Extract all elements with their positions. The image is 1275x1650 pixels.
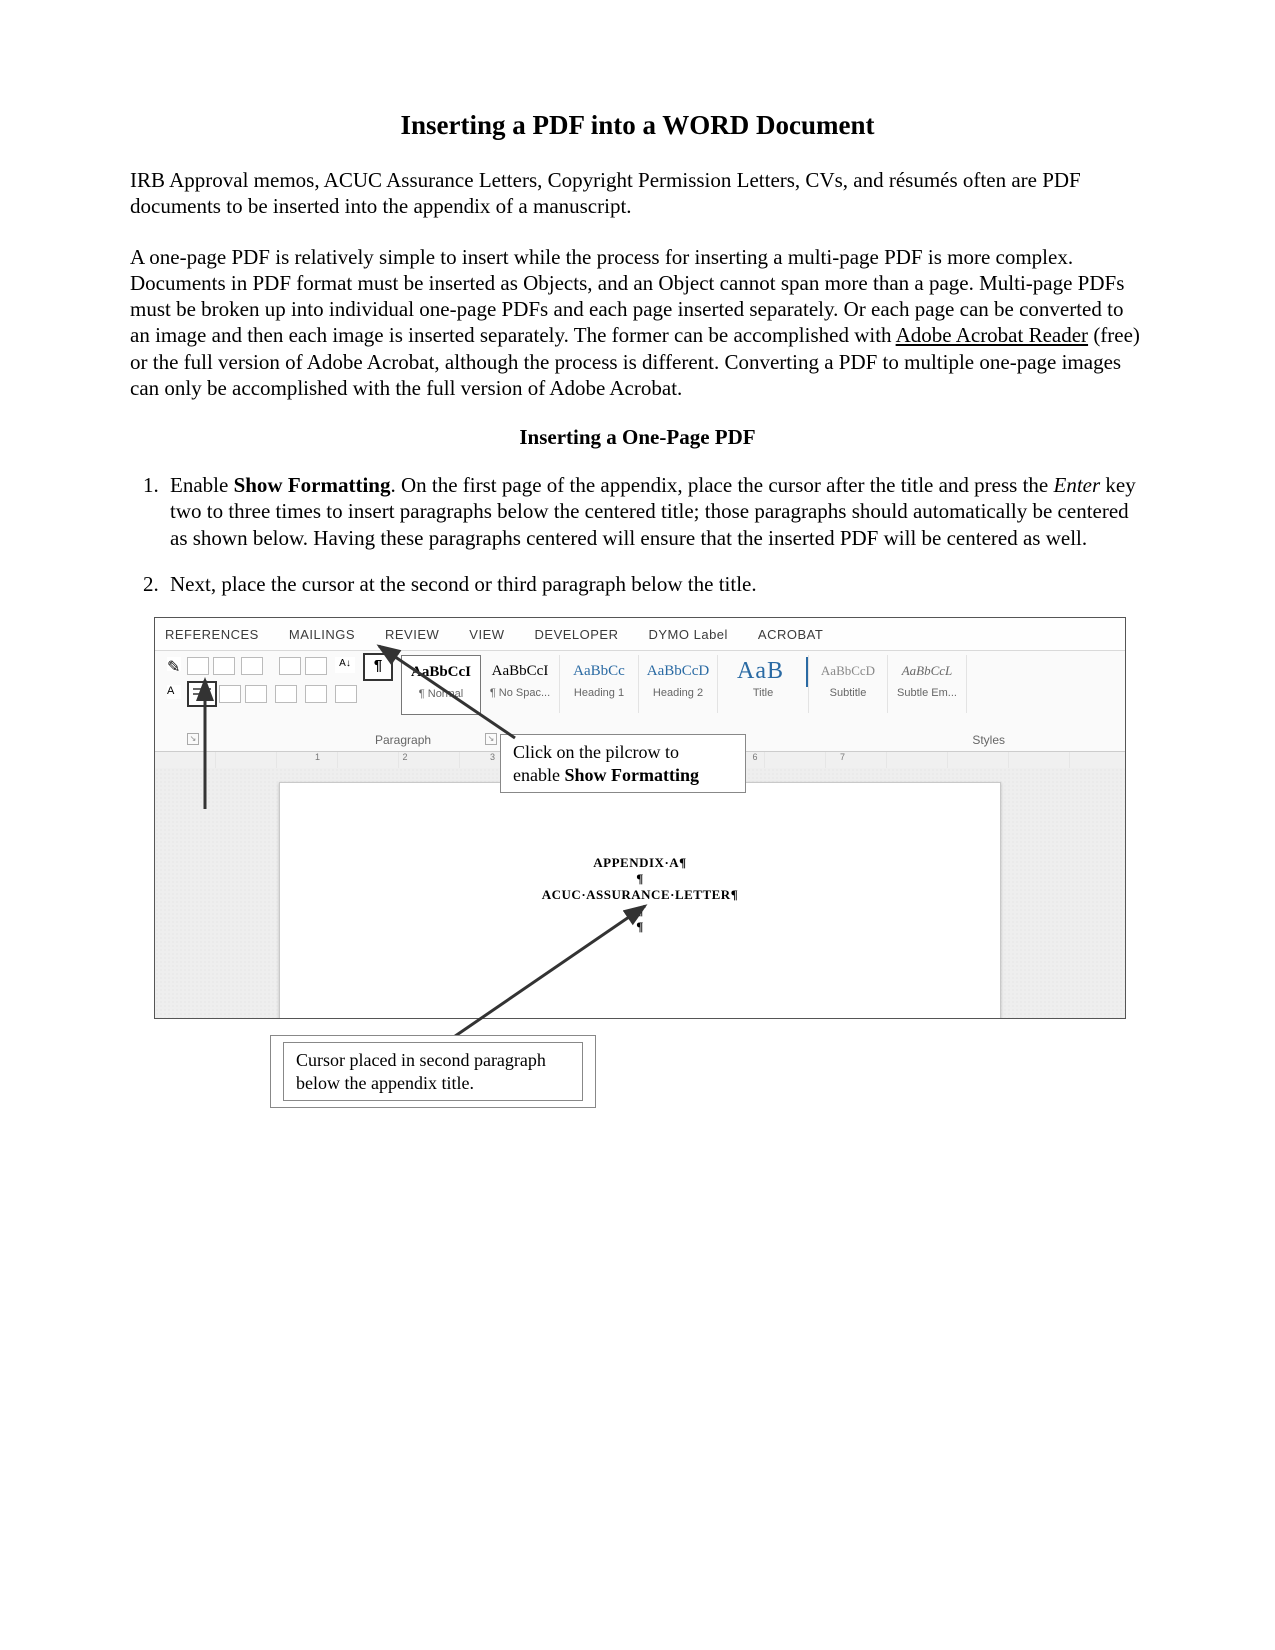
multilevel-list-icon[interactable] <box>241 657 263 675</box>
section-title-onepage: Inserting a One-Page PDF <box>130 425 1145 450</box>
style-nosp-preview: AaBbCcI <box>481 657 559 687</box>
styles-gallery: AaBbCcI ¶ Normal AaBbCcI ¶ No Spac... Aa… <box>401 655 1121 719</box>
step-1: Enable Show Formatting. On the first pag… <box>164 472 1145 551</box>
numbering-icon[interactable] <box>213 657 235 675</box>
align-center-icon[interactable] <box>219 685 241 703</box>
intro-paragraph-2: A one-page PDF is relatively simple to i… <box>130 244 1145 402</box>
step1-text-a: Enable <box>170 473 234 497</box>
shading-icon[interactable] <box>305 685 327 703</box>
intro-paragraph-1: IRB Approval memos, ACUC Assurance Lette… <box>130 167 1145 220</box>
tab-review[interactable]: REVIEW <box>385 627 439 642</box>
paragraph-dialog-launcher[interactable]: ↘ <box>485 733 497 745</box>
tab-dymo[interactable]: DYMO Label <box>649 627 728 642</box>
document-scroll-area: APPENDIX·A¶ ¶ ACUC·ASSURANCE·LETTER¶ ¶ ¶ <box>155 768 1125 1018</box>
style-nospacing[interactable]: AaBbCcI ¶ No Spac... <box>481 655 560 713</box>
group-label-paragraph: Paragraph <box>375 733 431 747</box>
paragraph-group: ✎ A↓ ¶ A <box>159 655 399 725</box>
callout-pilcrow-line2a: enable <box>513 765 564 785</box>
style-title-preview: AaB <box>718 657 808 687</box>
callout-cursor-wrap: Cursor placed in second paragraph below … <box>270 1035 596 1108</box>
step-2: Next, place the cursor at the second or … <box>164 571 1145 597</box>
style-subtitle[interactable]: AaBbCcD Subtitle <box>809 655 888 713</box>
doc-line-5: ¶ <box>280 919 1000 935</box>
doc-line-1: APPENDIX·A¶ <box>280 855 1000 871</box>
tab-developer[interactable]: DEVELOPER <box>535 627 619 642</box>
style-title-label: Title <box>718 687 808 699</box>
callout-pilcrow-line2b: Show Formatting <box>564 765 699 785</box>
line-spacing-icon[interactable] <box>275 685 297 703</box>
clipboard-dialog-launcher[interactable]: ↘ <box>187 733 199 745</box>
style-sub-preview: AaBbCcD <box>809 657 887 687</box>
style-h2-preview: AaBbCcD <box>639 657 717 687</box>
style-subtleem[interactable]: AaBbCcL Subtle Em... <box>888 655 967 713</box>
step1-italic: Enter <box>1054 473 1101 497</box>
doc-line-2: ¶ <box>280 871 1000 887</box>
doc-line-4: ¶ <box>280 903 1000 919</box>
format-painter-icon[interactable]: ✎ <box>167 657 181 671</box>
style-h1-preview: AaBbCc <box>560 657 638 687</box>
style-title[interactable]: AaB Title <box>718 655 809 713</box>
style-heading2[interactable]: AaBbCcD Heading 2 <box>639 655 718 713</box>
tab-acrobat[interactable]: ACROBAT <box>758 627 823 642</box>
step1-bold: Show Formatting <box>234 473 391 497</box>
bullets-icon[interactable] <box>187 657 209 675</box>
style-normal-preview: AaBbCcI <box>402 658 480 688</box>
style-h1-label: Heading 1 <box>560 687 638 699</box>
font-color-icon[interactable]: A <box>167 685 181 699</box>
adobe-reader-link[interactable]: Adobe Acrobat Reader <box>896 323 1088 347</box>
style-h2-label: Heading 2 <box>639 687 717 699</box>
callout-cursor: Cursor placed in second paragraph below … <box>283 1042 583 1101</box>
group-label-styles: Styles <box>972 733 1005 747</box>
step1-text-c: . On the first page of the appendix, pla… <box>390 473 1053 497</box>
style-em-preview: AaBbCcL <box>888 657 966 687</box>
increase-indent-icon[interactable] <box>305 657 327 675</box>
tab-references[interactable]: REFERENCES <box>165 627 259 642</box>
document-title: Inserting a PDF into a WORD Document <box>130 110 1145 141</box>
show-formatting-button[interactable]: ¶ <box>363 653 393 681</box>
tab-mailings[interactable]: MAILINGS <box>289 627 355 642</box>
document-page: APPENDIX·A¶ ¶ ACUC·ASSURANCE·LETTER¶ ¶ ¶ <box>279 782 1001 1018</box>
style-heading1[interactable]: AaBbCc Heading 1 <box>560 655 639 713</box>
style-normal-label: ¶ Normal <box>402 688 480 700</box>
steps-list: Enable Show Formatting. On the first pag… <box>130 472 1145 597</box>
align-right-icon[interactable] <box>245 685 267 703</box>
align-left-icon[interactable] <box>187 681 217 707</box>
style-nosp-label: ¶ No Spac... <box>481 687 559 699</box>
callout-pilcrow-line1: Click on the pilcrow to <box>513 741 733 764</box>
doc-line-3: ACUC·ASSURANCE·LETTER¶ <box>280 887 1000 903</box>
style-em-label: Subtle Em... <box>888 687 966 699</box>
tab-view[interactable]: VIEW <box>469 627 504 642</box>
decrease-indent-icon[interactable] <box>279 657 301 675</box>
style-sub-label: Subtitle <box>809 687 887 699</box>
sort-icon[interactable]: A↓ <box>335 657 355 673</box>
word-ribbon-screenshot: REFERENCES MAILINGS REVIEW VIEW DEVELOPE… <box>154 617 1126 1019</box>
style-normal[interactable]: AaBbCcI ¶ Normal <box>401 655 481 715</box>
callout-pilcrow: Click on the pilcrow to enable Show Form… <box>500 734 746 793</box>
ribbon-tabs: REFERENCES MAILINGS REVIEW VIEW DEVELOPE… <box>155 618 1125 651</box>
borders-icon[interactable] <box>335 685 357 703</box>
